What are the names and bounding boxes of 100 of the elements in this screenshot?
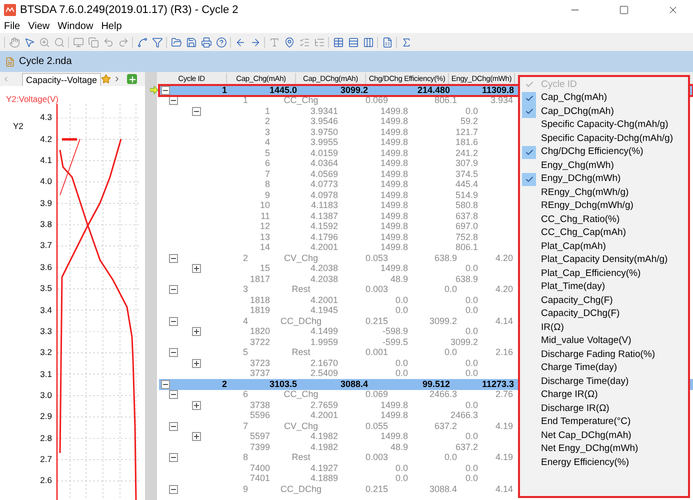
column-menu-item[interactable]: Energy Efficiency(%) [520, 456, 688, 470]
collapse-toggle-icon[interactable] [169, 484, 178, 494]
collapse-toggle-icon[interactable] [169, 348, 178, 358]
rows-icon[interactable] [348, 36, 359, 48]
help-icon[interactable] [216, 36, 227, 48]
table-cell-text: 0.0 [464, 104, 478, 118]
sigma-icon[interactable] [401, 36, 412, 48]
columns-icon[interactable] [363, 36, 374, 48]
y-tick-label: 3.5 [40, 284, 52, 293]
collapse-toggle-icon[interactable] [161, 380, 170, 389]
folder-icon[interactable] [171, 36, 182, 48]
column-menu-item[interactable]: Charge IR(Ω) [520, 388, 688, 402]
table-cell-text: 0.0 [464, 462, 478, 474]
table-cell-text: 0.003 [364, 283, 388, 296]
column-menu-item[interactable]: Capacity_DChg(F) [520, 308, 688, 321]
table-cell-text: 3.9955 [309, 136, 338, 149]
table-cell-text: 241.2 [454, 146, 478, 160]
table-cell-text: 0.0 [394, 472, 408, 485]
expand-toggle-icon[interactable] [192, 264, 201, 274]
column-menu-item[interactable]: Plat_Cap(mAh) [520, 240, 688, 254]
column-menu-item[interactable]: Engy_Chg(mWh) [520, 159, 688, 172]
star-icon[interactable] [101, 74, 112, 84]
column-menu-item[interactable]: Discharge IR(Ω) [520, 402, 688, 416]
column-menu-item[interactable]: IR(Ω) [520, 321, 688, 334]
expand-toggle-icon[interactable] [192, 400, 201, 410]
filter-icon[interactable] [152, 36, 163, 48]
menu-item[interactable]: View [28, 19, 50, 34]
arrow-right-icon[interactable] [250, 36, 261, 48]
collapse-toggle-icon[interactable] [169, 422, 178, 431]
column-menu-item[interactable]: Charge Time(day) [520, 362, 688, 375]
column-menu-item[interactable]: REngy_Dchg(mWh/g) [520, 200, 688, 213]
pointer-icon[interactable] [24, 36, 35, 48]
curve-icon[interactable] [137, 36, 148, 48]
table-cell-text: 1 [264, 104, 270, 118]
column-menu-item[interactable]: End Temperature(°C) [520, 416, 688, 429]
close-icon[interactable] [667, 4, 679, 16]
add-chart-icon[interactable] [127, 74, 138, 84]
table-cell-text: 3099.2 [339, 84, 368, 96]
menu-item[interactable]: File [4, 19, 20, 34]
pin-icon[interactable] [284, 36, 295, 48]
table-cell-text: 0.0 [394, 294, 408, 306]
expand-toggle-icon[interactable] [192, 327, 201, 336]
column-menu-item[interactable]: Chg/DChg Efficiency(%) [520, 146, 688, 159]
spreadsheet-icon[interactable] [382, 36, 393, 48]
table-cell-text: 4.14 [494, 482, 513, 496]
table-cell-text: 697.0 [454, 220, 478, 233]
table-cell-text: 0.0 [464, 304, 478, 317]
table-cell-text: 806.1 [433, 94, 457, 107]
table-icon[interactable] [333, 36, 344, 48]
table-cell-text: 8 [242, 451, 248, 464]
table-cell-text: 2.5409 [309, 367, 338, 380]
column-menu-item[interactable]: Plat_Time(day) [520, 280, 688, 294]
save-icon[interactable] [186, 36, 197, 48]
table-cell-text: 1817 [248, 272, 270, 286]
column-menu-item[interactable]: Capacity_Chg(F) [520, 294, 688, 308]
expand-toggle-icon[interactable] [192, 432, 201, 442]
expand-toggle-icon[interactable] [192, 358, 201, 368]
table-cell-text: 48.9 [389, 440, 408, 454]
column-menu-item[interactable]: CC_Chg_Cap(mAh) [520, 226, 688, 240]
table-cell-text: 3.9341 [309, 105, 338, 118]
table-cell-text: 1499.8 [379, 210, 408, 222]
table-cell-text: -599.5 [381, 336, 408, 348]
collapse-toggle-icon[interactable] [169, 96, 178, 106]
table-cell-text: 4.1796 [309, 230, 338, 244]
table-cell-text: 0.0 [443, 451, 457, 464]
column-menu-item[interactable]: Plat_Capacity Density(mAh/g) [520, 254, 688, 267]
table-cell-text: 4.0159 [309, 146, 338, 160]
menu-item[interactable]: Help [101, 19, 122, 34]
collapse-toggle-icon[interactable] [169, 453, 178, 462]
collapse-toggle-icon[interactable] [169, 285, 178, 294]
table-cell-text: 7400 [248, 462, 270, 474]
chart-tab[interactable]: Capacity--Voltage [22, 72, 102, 86]
table-cell-text: 0.069 [364, 388, 388, 401]
menu-item[interactable]: Window [58, 19, 94, 34]
table-cell-text: 0.0 [464, 367, 478, 380]
column-menu-item[interactable]: Plat_Cap_Efficiency(%) [520, 267, 688, 280]
column-menu-item[interactable]: Net Engy_DChg(mWh) [520, 442, 688, 456]
table-cell-text: 3099.2 [449, 336, 478, 348]
table-cell-text: 99.512 [421, 378, 450, 390]
collapse-toggle-icon[interactable] [161, 86, 170, 95]
arrow-left-icon[interactable] [235, 36, 246, 48]
column-menu-item[interactable]: Net Cap_DChg(mAh) [520, 429, 688, 442]
collapse-toggle-icon[interactable] [192, 106, 201, 116]
column-menu-item[interactable]: REngy_Chg(mWh/g) [520, 186, 688, 200]
collapse-toggle-icon[interactable] [169, 254, 178, 263]
maximize-icon[interactable] [619, 5, 629, 15]
table-cell-text: 4.1592 [309, 220, 338, 233]
collapse-toggle-icon[interactable] [169, 390, 178, 400]
table-cell-text: -598.9 [381, 325, 408, 338]
printer-icon[interactable] [201, 36, 212, 48]
table-cell-text: 4.19 [494, 420, 513, 432]
column-menu-item[interactable]: Specific Capacity-Dchg(mAh/g) [520, 132, 688, 146]
column-menu-item[interactable]: Specific Capacity-Chg(mAh/g) [520, 118, 688, 132]
column-menu-item[interactable]: Mid_value Voltage(V) [520, 334, 688, 348]
column-menu-item[interactable]: CC_Chg_Ratio(%) [520, 213, 688, 226]
column-menu-item[interactable]: Cap_DChg(mAh) [520, 105, 688, 118]
collapse-toggle-icon[interactable] [169, 316, 178, 326]
column-menu-item[interactable]: Engy_DChg(mWh) [520, 172, 688, 186]
column-menu-item[interactable]: Discharge Fading Ratio(%) [520, 348, 688, 362]
table-cell-text: 1499.8 [379, 241, 408, 254]
